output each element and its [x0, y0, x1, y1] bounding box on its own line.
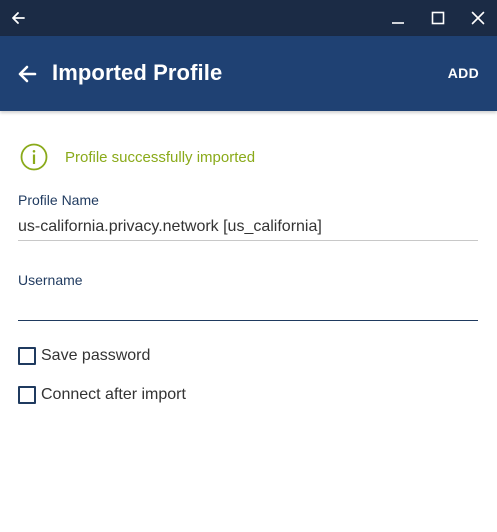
window-back-button[interactable] — [0, 0, 36, 36]
profile-name-input[interactable] — [18, 213, 478, 241]
import-status: Profile successfully imported — [20, 143, 255, 171]
save-password-checkbox[interactable] — [18, 347, 36, 365]
maximize-button[interactable] — [420, 0, 456, 36]
close-icon — [471, 11, 485, 25]
window-titlebar — [0, 0, 497, 36]
add-button[interactable]: ADD — [448, 65, 479, 81]
minimize-button[interactable] — [380, 0, 416, 36]
connect-after-import-label: Connect after import — [41, 386, 186, 403]
save-password-label: Save password — [41, 347, 151, 364]
minimize-icon — [392, 22, 404, 24]
connect-after-import-checkbox[interactable] — [18, 386, 36, 404]
username-input[interactable] — [18, 294, 478, 321]
page-title: Imported Profile — [52, 60, 223, 85]
arrow-left-icon — [18, 65, 37, 83]
profile-name-label: Profile Name — [18, 192, 99, 208]
maximize-icon — [431, 11, 445, 25]
save-password-option[interactable]: Save password — [18, 345, 150, 367]
appbar-back-button[interactable] — [8, 55, 46, 93]
close-button[interactable] — [460, 0, 496, 36]
username-label: Username — [18, 272, 83, 288]
arrow-left-icon — [12, 12, 25, 24]
info-circle-icon — [20, 143, 48, 171]
app-bar: Imported Profile ADD — [0, 36, 497, 111]
connect-after-import-option[interactable]: Connect after import — [18, 384, 186, 406]
status-message: Profile successfully imported — [65, 148, 256, 166]
